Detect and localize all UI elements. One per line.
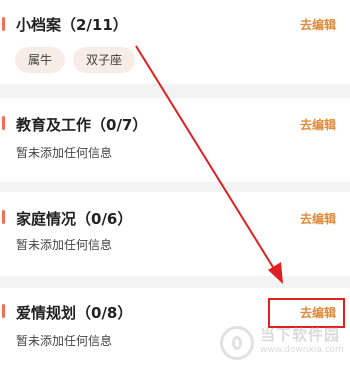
section-title: 爱情规划（0/8） (16, 304, 133, 322)
education-work-section: 教育及工作（0/7） 去编辑 暂未添加任何信息 (0, 98, 350, 182)
section-accent-bar (2, 210, 5, 224)
family-section: 家庭情况（0/6） 去编辑 暂未添加任何信息 (0, 192, 350, 276)
section-title: 小档案（2/11） (16, 16, 128, 34)
section-title: 教育及工作（0/7） (16, 116, 148, 134)
edit-button[interactable]: 去编辑 (300, 210, 336, 227)
section-accent-bar (2, 116, 5, 130)
tag-star-sign: 双子座 (73, 47, 136, 73)
tag-list: 属牛 双子座 (15, 47, 136, 73)
empty-hint: 暂未添加任何信息 (16, 334, 113, 348)
watermark-name: 当下软件园 (260, 326, 341, 344)
edit-button[interactable]: 去编辑 (300, 116, 336, 133)
profile-section: 小档案（2/11） 去编辑 属牛 双子座 (0, 0, 350, 84)
section-title: 家庭情况（0/6） (16, 210, 133, 228)
watermark-logo-icon (220, 326, 254, 360)
tag-zodiac-animal: 属牛 (15, 47, 66, 73)
empty-hint: 暂未添加任何信息 (16, 238, 113, 252)
empty-hint: 暂未添加任何信息 (16, 146, 113, 160)
section-accent-bar (2, 17, 5, 31)
watermark: 当下软件园 www.downxia.com (220, 320, 348, 376)
watermark-url: www.downxia.com (260, 345, 344, 355)
section-accent-bar (2, 304, 5, 318)
edit-button[interactable]: 去编辑 (300, 16, 336, 33)
